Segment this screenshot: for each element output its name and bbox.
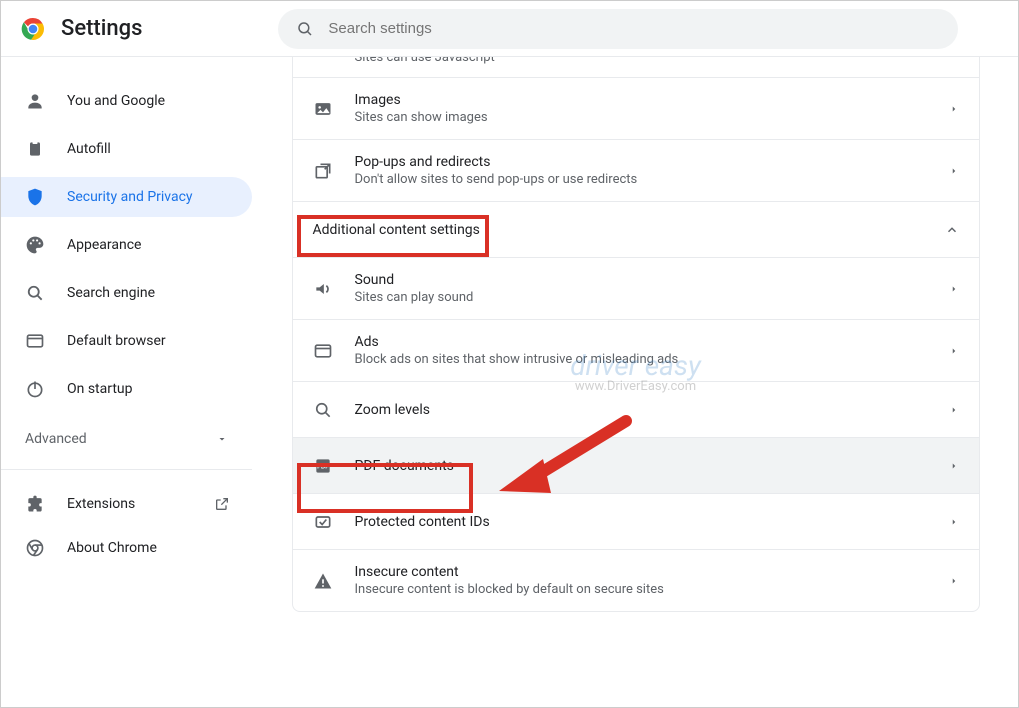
sidebar: You and Google Autofill Security and Pri… bbox=[1, 57, 253, 707]
chrome-outline-icon bbox=[25, 538, 45, 558]
setting-sub: Block ads on sites that show intrusive o… bbox=[355, 352, 927, 367]
setting-sub: Sites can play sound bbox=[355, 290, 927, 305]
chevron-down-icon bbox=[216, 433, 228, 445]
setting-row-insecure[interactable]: Insecure content Insecure content is blo… bbox=[293, 549, 979, 611]
section-additional-content[interactable]: Additional content settings bbox=[293, 201, 979, 257]
browser-icon bbox=[25, 331, 45, 351]
sidebar-item-label: On startup bbox=[67, 381, 133, 397]
chevron-right-icon bbox=[949, 461, 959, 471]
setting-row-javascript[interactable]: Sites can use Javascript bbox=[293, 57, 979, 77]
search-icon bbox=[25, 283, 45, 303]
chevron-up-icon bbox=[945, 223, 959, 237]
setting-sub: Sites can show images bbox=[355, 110, 927, 125]
sidebar-item-label: Security and Privacy bbox=[67, 189, 193, 205]
sidebar-item-label: About Chrome bbox=[67, 540, 157, 556]
warning-icon bbox=[313, 571, 333, 591]
setting-sub: Sites can use Javascript bbox=[355, 57, 959, 65]
sound-icon bbox=[313, 279, 333, 299]
sidebar-item-appearance[interactable]: Appearance bbox=[1, 225, 252, 265]
sidebar-item-security-privacy[interactable]: Security and Privacy bbox=[1, 177, 252, 217]
image-icon bbox=[313, 99, 333, 119]
sidebar-item-label: Extensions bbox=[67, 496, 135, 512]
shield-icon bbox=[25, 187, 45, 207]
open-external-icon bbox=[214, 496, 230, 512]
header: Settings bbox=[1, 1, 1018, 57]
ads-icon bbox=[313, 341, 333, 361]
setting-title: Zoom levels bbox=[355, 402, 927, 418]
sidebar-item-search-engine[interactable]: Search engine bbox=[1, 273, 252, 313]
search-icon bbox=[296, 20, 314, 38]
search-bar[interactable] bbox=[278, 9, 958, 49]
setting-row-images[interactable]: Images Sites can show images bbox=[293, 77, 979, 139]
setting-row-sound[interactable]: Sound Sites can play sound bbox=[293, 257, 979, 319]
setting-sub: Don't allow sites to send pop-ups or use… bbox=[355, 172, 927, 187]
setting-row-pdf[interactable]: PDF PDF documents bbox=[293, 437, 979, 493]
setting-title: Insecure content bbox=[355, 564, 927, 580]
sidebar-item-label: Search engine bbox=[67, 285, 155, 301]
setting-title: Sound bbox=[355, 272, 927, 288]
setting-title: Ads bbox=[355, 334, 927, 350]
advanced-label: Advanced bbox=[25, 431, 87, 447]
popup-icon bbox=[313, 161, 333, 181]
sidebar-item-you-and-google[interactable]: You and Google bbox=[1, 81, 252, 121]
sidebar-item-extensions[interactable]: Extensions bbox=[1, 484, 252, 524]
sidebar-item-label: Default browser bbox=[67, 333, 166, 349]
page-title: Settings bbox=[61, 16, 142, 41]
setting-title: Images bbox=[355, 92, 927, 108]
setting-title: PDF documents bbox=[355, 458, 927, 474]
extension-icon bbox=[25, 494, 45, 514]
chevron-right-icon bbox=[949, 576, 959, 586]
sidebar-item-autofill[interactable]: Autofill bbox=[1, 129, 252, 169]
chevron-right-icon bbox=[949, 284, 959, 294]
person-icon bbox=[25, 91, 45, 111]
chevron-right-icon bbox=[949, 405, 959, 415]
setting-row-ads[interactable]: Ads Block ads on sites that show intrusi… bbox=[293, 319, 979, 381]
setting-title: Pop-ups and redirects bbox=[355, 154, 927, 170]
main: You and Google Autofill Security and Pri… bbox=[1, 57, 1018, 707]
chrome-logo-icon bbox=[21, 17, 45, 41]
setting-row-protected-content[interactable]: Protected content IDs bbox=[293, 493, 979, 549]
setting-sub: Insecure content is blocked by default o… bbox=[355, 582, 927, 597]
chevron-right-icon bbox=[949, 166, 959, 176]
power-icon bbox=[25, 379, 45, 399]
setting-title: Protected content IDs bbox=[355, 514, 927, 530]
sidebar-item-default-browser[interactable]: Default browser bbox=[1, 321, 252, 361]
search-input[interactable] bbox=[328, 20, 940, 37]
content: Sites can use Javascript Images Sites ca… bbox=[253, 57, 1018, 707]
chevron-right-icon bbox=[949, 517, 959, 527]
sidebar-item-label: Autofill bbox=[67, 141, 111, 157]
chevron-right-icon bbox=[949, 346, 959, 356]
sidebar-advanced-toggle[interactable]: Advanced bbox=[1, 413, 252, 461]
sidebar-item-label: Appearance bbox=[67, 237, 141, 253]
setting-row-zoom[interactable]: Zoom levels bbox=[293, 381, 979, 437]
protected-icon bbox=[313, 512, 333, 532]
chevron-right-icon bbox=[949, 104, 959, 114]
zoom-icon bbox=[313, 400, 333, 420]
sidebar-item-about-chrome[interactable]: About Chrome bbox=[1, 528, 252, 568]
settings-panel: Sites can use Javascript Images Sites ca… bbox=[292, 57, 980, 612]
section-title: Additional content settings bbox=[313, 222, 923, 238]
pdf-icon: PDF bbox=[313, 456, 333, 476]
svg-text:PDF: PDF bbox=[317, 464, 329, 470]
sidebar-item-label: You and Google bbox=[67, 93, 165, 109]
sidebar-item-on-startup[interactable]: On startup bbox=[1, 369, 252, 409]
sidebar-divider bbox=[1, 469, 252, 470]
setting-row-popups[interactable]: Pop-ups and redirects Don't allow sites … bbox=[293, 139, 979, 201]
palette-icon bbox=[25, 235, 45, 255]
clipboard-icon bbox=[25, 139, 45, 159]
